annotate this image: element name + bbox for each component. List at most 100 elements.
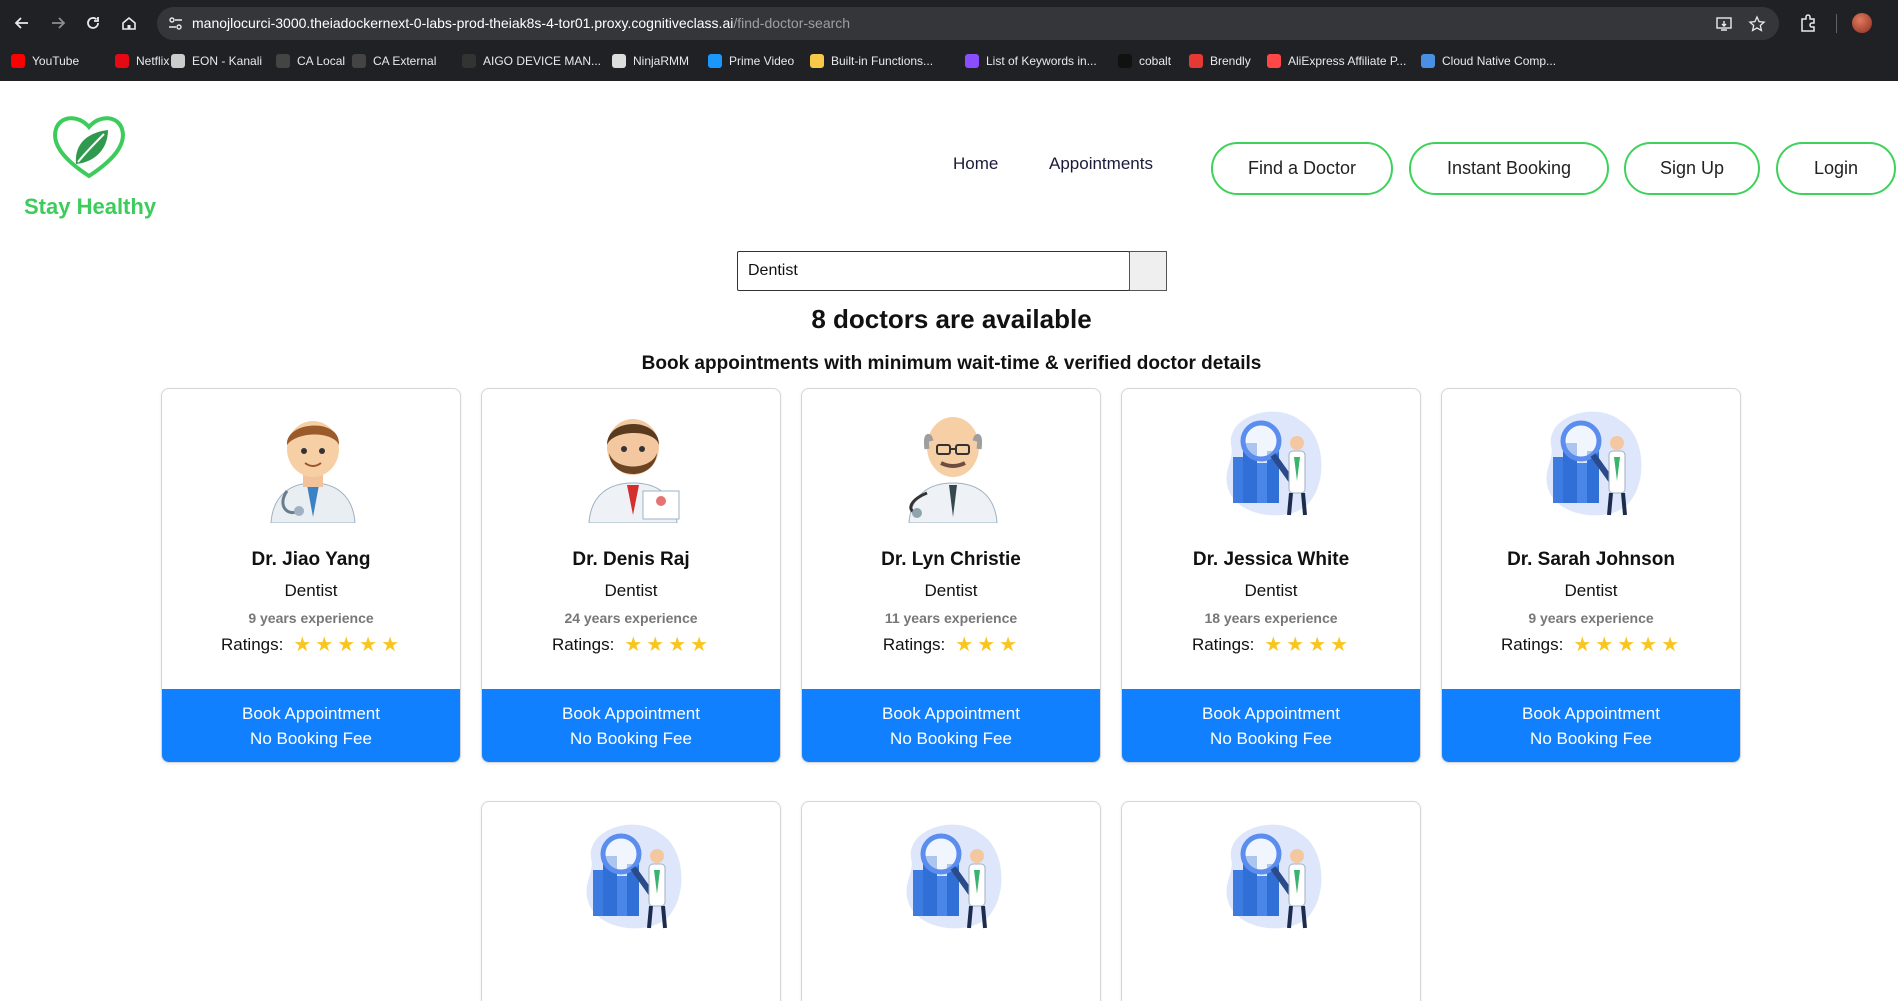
- book-button-line2: No Booking Fee: [250, 729, 372, 748]
- doctor-search-input[interactable]: [737, 251, 1130, 291]
- doctor-experience: 9 years experience: [1528, 610, 1654, 626]
- doctor-search-illustration: [1217, 818, 1329, 936]
- bookmark-label: EON - Kanali: [192, 54, 263, 68]
- bookmark-item[interactable]: YouTube: [11, 49, 79, 73]
- star-icon: ★: [1573, 634, 1592, 656]
- doctor-experience: 11 years experience: [884, 610, 1018, 626]
- ratings-label: Ratings:: [551, 635, 615, 654]
- sign-up-button[interactable]: Sign Up: [1624, 142, 1760, 195]
- forward-icon[interactable]: [47, 12, 69, 34]
- ratings-label: Ratings:: [220, 635, 284, 654]
- book-button-line2: No Booking Fee: [890, 729, 1012, 748]
- login-button[interactable]: Login: [1776, 142, 1896, 195]
- reload-icon[interactable]: [82, 12, 104, 34]
- bookmark-item[interactable]: cobalt: [1118, 49, 1171, 73]
- url-text[interactable]: manojlocurci-3000.theiadockernext-0-labs…: [192, 15, 850, 31]
- star-icon: ★: [337, 634, 356, 656]
- bookmark-item[interactable]: Brendly: [1189, 49, 1251, 73]
- url-host: manojlocurci-3000.theiadockernext-0-labs…: [192, 15, 734, 31]
- book-appointment-button[interactable]: Book Appointment No Booking Fee: [1442, 689, 1740, 762]
- cobalt-icon: [1118, 54, 1132, 68]
- bookmark-item[interactable]: Cloud Native Comp...: [1421, 49, 1556, 73]
- star-icon: ★: [1639, 634, 1658, 656]
- keywords-icon: [965, 54, 979, 68]
- bookmark-item[interactable]: AIGO DEVICE MAN...: [462, 49, 601, 73]
- doctor-experience: 9 years experience: [248, 610, 374, 626]
- book-appointment-button[interactable]: Book Appointment No Booking Fee: [802, 689, 1100, 762]
- bookmark-star-icon[interactable]: [1748, 15, 1766, 33]
- extensions-icon[interactable]: [1797, 12, 1819, 34]
- doctor-speciality: Dentist: [1564, 581, 1618, 600]
- doctor-card: [481, 801, 781, 1001]
- bookmark-label: Brendly: [1210, 54, 1251, 68]
- ca-icon: [352, 54, 366, 68]
- doctor-speciality: Dentist: [924, 581, 978, 600]
- search-button[interactable]: [1129, 251, 1167, 291]
- netflix-icon: [115, 54, 129, 68]
- star-icon: ★: [315, 634, 334, 656]
- site-info-icon[interactable]: [167, 15, 184, 32]
- doctor-experience: 24 years experience: [564, 610, 698, 626]
- doctor-search-illustration: [1217, 405, 1329, 523]
- book-button-line1: Book Appointment: [1202, 704, 1340, 723]
- doctor-ratings: Ratings: ★ ★ ★ ★ ★: [1442, 635, 1740, 655]
- bookmark-item[interactable]: AliExpress Affiliate P...: [1267, 49, 1406, 73]
- book-button-line1: Book Appointment: [242, 704, 380, 723]
- address-bar[interactable]: manojlocurci-3000.theiadockernext-0-labs…: [157, 7, 1779, 40]
- doctor-search-illustration: [897, 818, 1009, 936]
- brand-name[interactable]: Stay Healthy: [24, 194, 156, 220]
- book-button-line2: No Booking Fee: [1210, 729, 1332, 748]
- doctor-name: Dr. Sarah Johnson: [1507, 549, 1675, 570]
- doctor-name: Dr. Denis Raj: [572, 549, 690, 570]
- bookmark-label: CA Local: [297, 54, 346, 68]
- aliexpress-icon: [1267, 54, 1281, 68]
- doctor-card: [1121, 801, 1421, 1001]
- star-icon: ★: [999, 634, 1018, 656]
- star-icon: ★: [977, 634, 996, 656]
- bookmark-label: Built-in Functions...: [831, 54, 934, 68]
- install-app-icon[interactable]: [1715, 15, 1733, 33]
- book-button-line1: Book Appointment: [562, 704, 700, 723]
- doctor-search-illustration: [1537, 405, 1649, 523]
- nav-home-link[interactable]: Home: [953, 154, 998, 174]
- book-appointment-button[interactable]: Book Appointment No Booking Fee: [1122, 689, 1420, 762]
- star-icon: ★: [668, 634, 687, 656]
- bookmark-item[interactable]: NinjaRMM: [612, 49, 689, 73]
- ratings-label: Ratings:: [882, 635, 946, 654]
- bookmark-label: Netflix: [136, 54, 170, 68]
- bookmark-item[interactable]: Prime Video: [708, 49, 794, 73]
- brendly-icon: [1189, 54, 1203, 68]
- bookmark-item[interactable]: CA Local: [276, 49, 345, 73]
- star-icon: ★: [1661, 634, 1680, 656]
- doctor-card: Dr. Sarah Johnson Dentist 9 years experien…: [1441, 388, 1741, 763]
- bookmark-item[interactable]: CA External: [352, 49, 436, 73]
- heart-leaf-logo-icon: [53, 116, 125, 179]
- bookmark-label: cobalt: [1139, 54, 1172, 68]
- back-icon[interactable]: [11, 12, 33, 34]
- doctor-ratings: Ratings: ★ ★ ★ ★: [1122, 635, 1420, 655]
- prime-video-icon: [708, 54, 722, 68]
- doctor-card: [801, 801, 1101, 1001]
- ratings-label: Ratings:: [1500, 635, 1564, 654]
- instant-booking-button[interactable]: Instant Booking: [1409, 142, 1609, 195]
- bookmark-item[interactable]: List of Keywords in...: [965, 49, 1097, 73]
- doctor-speciality: Dentist: [604, 581, 658, 600]
- bookmark-item[interactable]: EON - Kanali: [171, 49, 262, 73]
- nav-appointments-link[interactable]: Appointments: [1049, 154, 1153, 174]
- doctor-card: Dr. Jessica White Dentist 18 years experie…: [1121, 388, 1421, 763]
- bookmark-item[interactable]: Netflix: [115, 49, 169, 73]
- doctor-search-illustration: [577, 818, 689, 936]
- doctor-experience: 18 years experience: [1204, 610, 1338, 626]
- cncf-icon: [1421, 54, 1435, 68]
- find-doctor-button[interactable]: Find a Doctor: [1211, 142, 1393, 195]
- profile-avatar[interactable]: [1852, 13, 1872, 33]
- book-appointment-button[interactable]: Book Appointment No Booking Fee: [162, 689, 460, 762]
- home-icon[interactable]: [118, 12, 140, 34]
- bookmark-item[interactable]: Built-in Functions...: [810, 49, 933, 73]
- doctor-name: Dr. Jiao Yang: [251, 549, 371, 570]
- book-appointment-button[interactable]: Book Appointment No Booking Fee: [482, 689, 780, 762]
- results-subheading: Book appointments with minimum wait-time…: [641, 353, 1262, 374]
- python-icon: [810, 54, 824, 68]
- bookmark-label: Cloud Native Comp...: [1442, 54, 1557, 68]
- book-button-line2: No Booking Fee: [570, 729, 692, 748]
